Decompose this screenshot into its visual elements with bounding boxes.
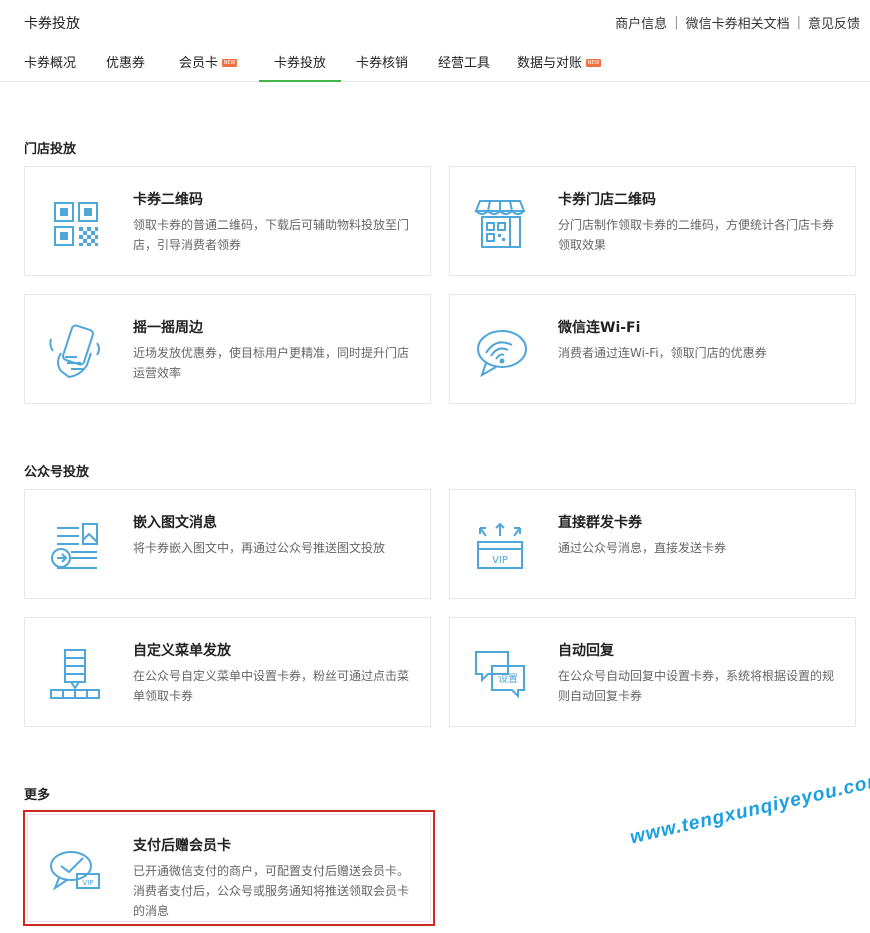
card-title: 自动回复 <box>558 643 614 659</box>
site-watermark: www.tengxunqiyeyou.com <box>628 769 870 849</box>
custom-menu-icon <box>47 646 103 702</box>
main-tabs: 卡券概况 优惠券 会员卡 NEW 卡券投放 卡券核销 经营工具 数据与对账 NEW <box>0 44 615 82</box>
tab-card-overview[interactable]: 卡券概况 <box>24 44 82 82</box>
feedback-link[interactable]: 意见反馈 <box>808 13 860 32</box>
shake-phone-icon <box>47 323 103 379</box>
section-title-official-account: 公众号投放 <box>24 465 90 480</box>
section-title-store: 门店投放 <box>24 142 77 157</box>
tab-member-card[interactable]: 会员卡 NEW <box>179 44 259 82</box>
vip-broadcast-icon: VIP <box>472 518 528 574</box>
card-title: 嵌入图文消息 <box>133 515 217 531</box>
card-qrcode[interactable]: 卡券二维码 领取卡券的普通二维码，下载后可辅助物料投放至门店，引导消费者领券 <box>24 166 431 276</box>
tab-card-redemption[interactable]: 卡券核销 <box>341 44 423 82</box>
section-title-more: 更多 <box>24 788 51 803</box>
card-shake[interactable]: 摇一摇周边 近场发放优惠券，使目标用户更精准，同时提升门店运营效率 <box>24 294 431 404</box>
card-title: 卡券门店二维码 <box>558 192 656 208</box>
page-title: 卡券投放 <box>24 16 80 32</box>
store-qrcode-icon <box>472 195 528 251</box>
card-desc: 已开通微信支付的商户，可配置支付后赠送会员卡。消费者支付后，公众号或服务通知将推… <box>133 864 410 918</box>
card-docs-link[interactable]: 微信卡券相关文档 <box>686 13 790 32</box>
card-broadcast-coupon[interactable]: VIP 直接群发卡券 通过公众号消息，直接发送卡券 <box>449 489 856 599</box>
card-desc: 将卡券嵌入图文中，再通过公众号推送图文投放 <box>133 541 386 555</box>
header-links: 商户信息 | 微信卡券相关文档 | 意见反馈 <box>615 13 860 32</box>
card-wifi[interactable]: 微信连Wi-Fi 消费者通过连Wi-Fi，领取门店的优惠券 <box>449 294 856 404</box>
card-desc: 近场发放优惠券，使目标用户更精准，同时提升门店运营效率 <box>133 346 410 380</box>
card-title: 自定义菜单发放 <box>133 643 231 659</box>
qrcode-icon <box>47 195 103 251</box>
merchant-info-link[interactable]: 商户信息 <box>615 13 667 32</box>
wifi-icon <box>472 323 528 379</box>
card-desc: 分门店制作领取卡券的二维码，方便统计各门店卡券领取效果 <box>558 218 835 252</box>
card-title: 直接群发卡券 <box>558 515 642 531</box>
article-embed-icon <box>47 518 103 574</box>
card-custom-menu[interactable]: 自定义菜单发放 在公众号自定义菜单中设置卡券，粉丝可通过点击菜单领取卡券 <box>24 617 431 727</box>
card-embed-article[interactable]: 嵌入图文消息 将卡券嵌入图文中，再通过公众号推送图文投放 <box>24 489 431 599</box>
card-desc: 在公众号自定义菜单中设置卡券，粉丝可通过点击菜单领取卡券 <box>133 669 410 703</box>
card-pay-gift-member-card[interactable]: VIP 支付后赠会员卡 已开通微信支付的商户，可配置支付后赠送会员卡。消费者支付… <box>23 810 435 926</box>
settings-label: 设置 <box>498 673 518 685</box>
link-separator: | <box>674 15 679 30</box>
vip-label: VIP <box>82 879 93 887</box>
tab-data-reconciliation[interactable]: 数据与对账 NEW <box>505 44 615 82</box>
tab-business-tools[interactable]: 经营工具 <box>423 44 505 82</box>
tab-coupons[interactable]: 优惠券 <box>106 44 176 82</box>
card-title: 摇一摇周边 <box>133 320 203 336</box>
card-desc: 消费者通过连Wi-Fi，领取门店的优惠券 <box>558 346 767 360</box>
link-separator: | <box>796 15 801 30</box>
card-title: 卡券二维码 <box>133 192 203 208</box>
card-desc: 在公众号自动回复中设置卡券，系统将根据设置的规则自动回复卡券 <box>558 669 835 703</box>
page-header: 卡券投放 商户信息 | 微信卡券相关文档 | 意见反馈 卡券概况 优惠券 会员卡… <box>0 0 870 82</box>
card-title: 微信连Wi-Fi <box>558 320 641 336</box>
card-auto-reply[interactable]: 设置 自动回复 在公众号自动回复中设置卡券，系统将根据设置的规则自动回复卡券 <box>449 617 856 727</box>
vip-label: VIP <box>492 555 508 566</box>
card-desc: 领取卡券的普通二维码，下载后可辅助物料投放至门店，引导消费者领券 <box>133 218 410 252</box>
auto-reply-icon: 设置 <box>472 646 528 702</box>
card-desc: 通过公众号消息，直接发送卡券 <box>558 541 727 555</box>
card-store-qrcode[interactable]: 卡券门店二维码 分门店制作领取卡券的二维码，方便统计各门店卡券领取效果 <box>449 166 856 276</box>
new-badge: NEW <box>222 59 238 67</box>
new-badge: NEW <box>586 59 602 67</box>
tab-card-distribution[interactable]: 卡券投放 <box>259 44 341 82</box>
pay-vip-card-icon: VIP <box>47 842 103 898</box>
card-title: 支付后赠会员卡 <box>133 838 231 854</box>
